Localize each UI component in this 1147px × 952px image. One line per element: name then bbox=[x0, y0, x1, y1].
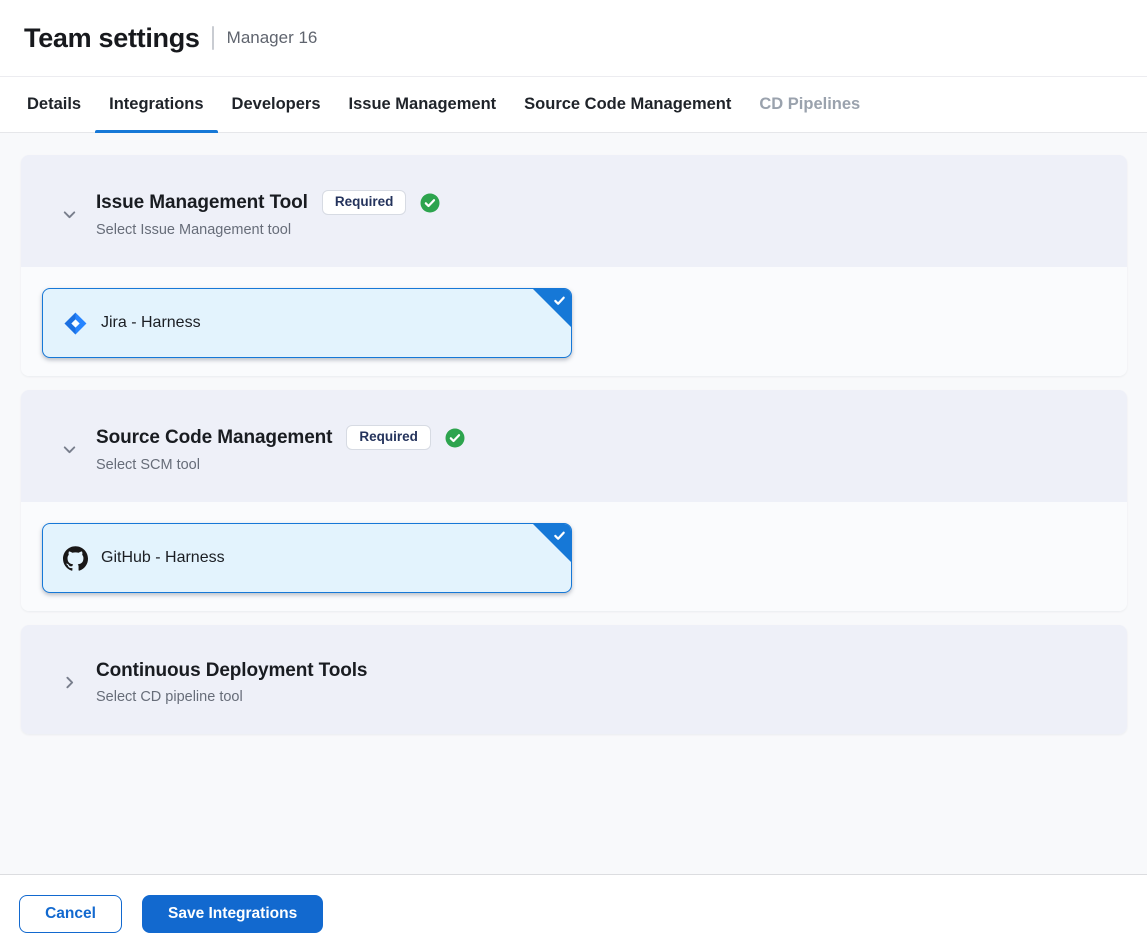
tool-card-label: Jira - Harness bbox=[101, 314, 201, 332]
page-subtitle: Manager 16 bbox=[227, 28, 318, 48]
tab-details[interactable]: Details bbox=[13, 77, 95, 132]
tab-cd-pipelines: CD Pipelines bbox=[745, 77, 874, 132]
section-body-source-code-management: GitHub - Harness bbox=[21, 502, 1127, 611]
tab-source-code-management[interactable]: Source Code Management bbox=[510, 77, 745, 132]
chevron-down-icon bbox=[61, 441, 78, 458]
section-issue-management: Issue Management Tool Required Select Is… bbox=[21, 155, 1127, 376]
section-continuous-deployment: Continuous Deployment Tools Select CD pi… bbox=[21, 625, 1127, 734]
footer-action-bar: Cancel Save Integrations bbox=[0, 874, 1147, 952]
section-header-continuous-deployment[interactable]: Continuous Deployment Tools Select CD pi… bbox=[21, 625, 1127, 734]
section-header-source-code-management[interactable]: Source Code Management Required Select S… bbox=[21, 390, 1127, 502]
required-badge: Required bbox=[346, 425, 431, 450]
chevron-down-icon bbox=[61, 206, 78, 223]
section-source-code-management: Source Code Management Required Select S… bbox=[21, 390, 1127, 611]
check-circle-icon bbox=[420, 193, 440, 213]
section-title: Issue Management Tool bbox=[96, 192, 308, 214]
section-body-issue-management: Jira - Harness bbox=[21, 267, 1127, 376]
tab-bar: Details Integrations Developers Issue Ma… bbox=[0, 77, 1147, 133]
section-header-issue-management[interactable]: Issue Management Tool Required Select Is… bbox=[21, 155, 1127, 267]
title-divider bbox=[212, 26, 214, 50]
section-title: Source Code Management bbox=[96, 427, 332, 449]
tool-card-label: GitHub - Harness bbox=[101, 549, 225, 567]
team-settings-page: Team settings Manager 16 Details Integra… bbox=[0, 0, 1147, 952]
tool-card-github-harness[interactable]: GitHub - Harness bbox=[42, 523, 572, 593]
integrations-panel: Issue Management Tool Required Select Is… bbox=[0, 133, 1147, 874]
required-badge: Required bbox=[322, 190, 407, 215]
page-title: Team settings bbox=[24, 23, 200, 54]
save-integrations-button[interactable]: Save Integrations bbox=[142, 895, 323, 933]
selected-check-icon bbox=[553, 529, 566, 547]
selected-check-icon bbox=[553, 294, 566, 312]
github-icon bbox=[63, 546, 88, 571]
section-subtitle: Select Issue Management tool bbox=[96, 222, 440, 238]
tab-developers[interactable]: Developers bbox=[218, 77, 335, 132]
check-circle-icon bbox=[445, 428, 465, 448]
page-header: Team settings Manager 16 bbox=[0, 0, 1147, 77]
jira-icon bbox=[63, 311, 88, 336]
section-title: Continuous Deployment Tools bbox=[96, 660, 367, 682]
cancel-button[interactable]: Cancel bbox=[19, 895, 122, 933]
tab-integrations[interactable]: Integrations bbox=[95, 77, 217, 132]
tool-card-jira-harness[interactable]: Jira - Harness bbox=[42, 288, 572, 358]
chevron-right-icon bbox=[61, 674, 78, 691]
tab-issue-management[interactable]: Issue Management bbox=[335, 77, 511, 132]
section-subtitle: Select CD pipeline tool bbox=[96, 689, 367, 705]
section-subtitle: Select SCM tool bbox=[96, 457, 465, 473]
